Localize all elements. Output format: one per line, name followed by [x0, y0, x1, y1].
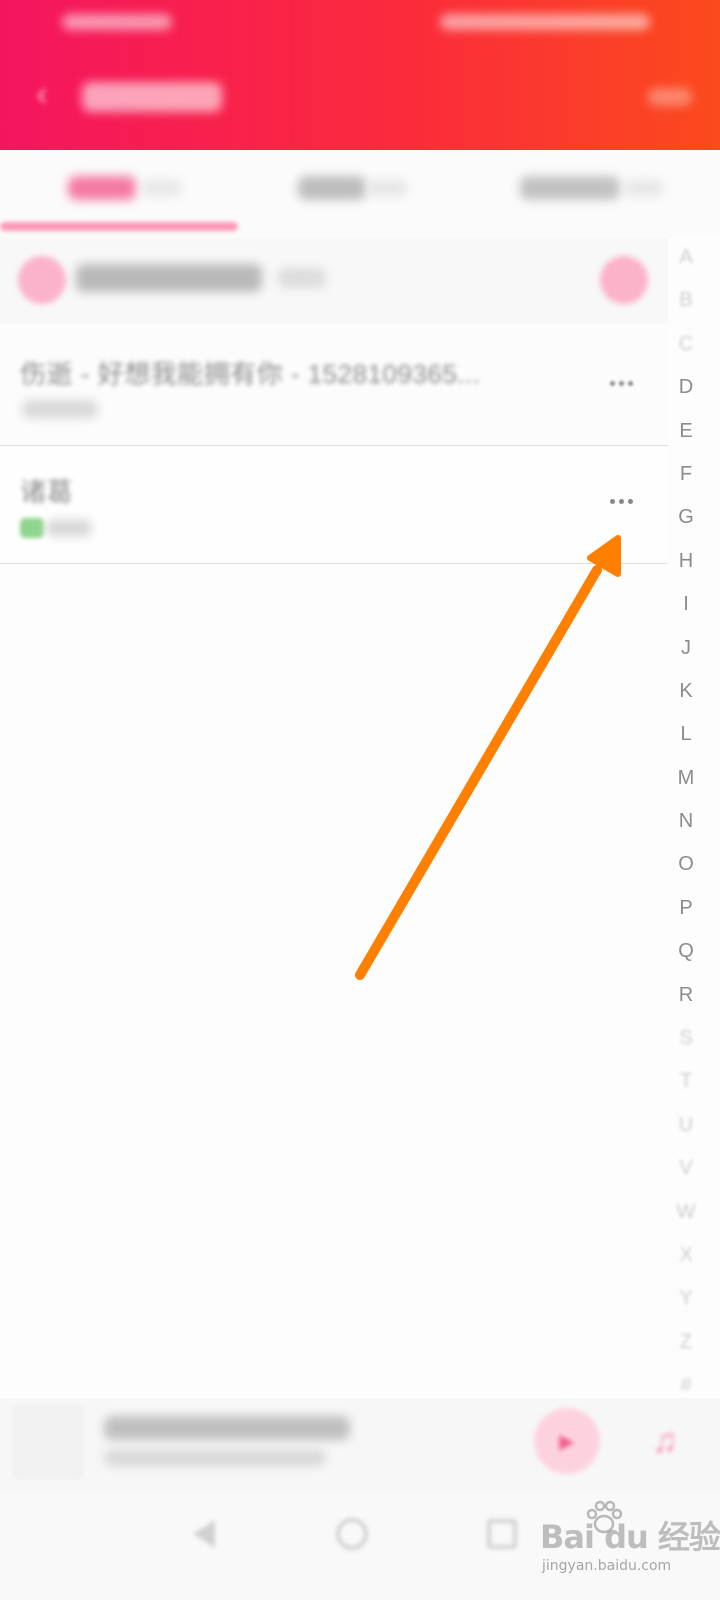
index-letter[interactable]: M — [670, 757, 702, 800]
more-dot-icon — [627, 498, 633, 504]
status-bar-left-blurred — [62, 14, 172, 30]
tab-second-label-blurred — [298, 176, 366, 200]
more-dot-icon — [609, 498, 615, 504]
tab-third-count-blurred — [624, 180, 664, 196]
now-playing-subtitle-blurred — [104, 1450, 326, 1466]
alphabet-index-bar[interactable]: A B C D E F G H I J K L M N O P Q R S T U V W X Y Z # — [670, 236, 702, 1396]
list-item[interactable]: 诸葛 — [0, 446, 668, 564]
more-dot-icon — [627, 380, 633, 386]
nav-recents-button[interactable] — [478, 1510, 526, 1558]
song-title: 伤逝 - 好想我能拥有你 - 1528109365... — [20, 359, 481, 389]
tab-second[interactable] — [260, 166, 460, 206]
play-all-count-blurred — [278, 268, 326, 288]
tab-first-label-blurred — [68, 176, 136, 200]
mini-player[interactable]: ▶ ♫ — [0, 1398, 720, 1490]
more-dot-icon — [618, 380, 624, 386]
index-letter[interactable]: B — [670, 279, 702, 322]
index-letter[interactable]: N — [670, 800, 702, 843]
now-playing-title-blurred — [104, 1416, 350, 1440]
tab-third-label-blurred — [520, 176, 620, 200]
play-all-row[interactable] — [0, 238, 668, 324]
more-options-button[interactable] — [596, 486, 646, 516]
circle-home-icon — [336, 1518, 368, 1550]
nav-back-button[interactable] — [180, 1510, 228, 1558]
index-letter[interactable]: C — [670, 323, 702, 366]
more-options-button[interactable] — [596, 368, 646, 398]
more-dot-icon — [609, 380, 615, 386]
back-arrow-icon[interactable]: ‹ — [22, 74, 62, 114]
song-title: 诸葛 — [20, 477, 74, 507]
song-subtitle-blurred — [22, 400, 98, 418]
list-item[interactable]: 伤逝 - 好想我能拥有你 - 1528109365... — [0, 328, 668, 446]
nav-home-button[interactable] — [328, 1510, 376, 1558]
index-letter[interactable]: S — [670, 1017, 702, 1060]
index-letter[interactable]: T — [670, 1060, 702, 1103]
playlist-icon[interactable]: ♫ — [640, 1414, 690, 1468]
header-action-blurred[interactable] — [648, 88, 692, 106]
square-recents-icon — [487, 1519, 517, 1549]
multi-select-icon[interactable] — [600, 256, 648, 304]
index-letter[interactable]: Z — [670, 1321, 702, 1364]
more-dot-icon — [618, 498, 624, 504]
index-letter[interactable]: V — [670, 1147, 702, 1190]
index-letter[interactable]: P — [670, 887, 702, 930]
status-bar-right-blurred — [440, 14, 650, 30]
annotation-arrow-shaft — [355, 565, 602, 980]
tab-second-count-blurred — [368, 180, 408, 196]
app-header: ‹ — [0, 0, 720, 150]
index-letter[interactable]: Q — [670, 930, 702, 973]
index-letter[interactable]: D — [670, 366, 702, 409]
index-letter[interactable]: X — [670, 1234, 702, 1277]
play-all-icon — [18, 256, 66, 304]
index-letter[interactable]: G — [670, 496, 702, 539]
active-tab-indicator — [0, 222, 238, 231]
baidu-jingyan-watermark: Bai du 经验 jingyan.baidu.com — [540, 1500, 720, 1588]
index-letter[interactable]: W — [670, 1191, 702, 1234]
index-letter[interactable]: A — [670, 236, 702, 279]
triangle-back-icon — [193, 1520, 215, 1548]
index-letter[interactable]: K — [670, 670, 702, 713]
index-letter[interactable]: U — [670, 1104, 702, 1147]
quality-badge-icon — [20, 518, 44, 538]
tab-first[interactable] — [20, 166, 220, 206]
page-title-blurred — [82, 82, 222, 112]
tab-first-count-blurred — [142, 180, 182, 196]
watermark-url: jingyan.baidu.com — [542, 1558, 672, 1574]
index-letter[interactable]: J — [670, 627, 702, 670]
index-letter[interactable]: E — [670, 410, 702, 453]
play-button[interactable]: ▶ — [534, 1408, 600, 1474]
index-letter[interactable]: F — [670, 453, 702, 496]
status-bar — [0, 0, 720, 50]
play-all-label-blurred — [76, 264, 262, 292]
tab-third[interactable] — [500, 166, 700, 206]
index-letter[interactable]: O — [670, 843, 702, 886]
song-subtitle-blurred — [46, 520, 92, 536]
index-letter[interactable]: Y — [670, 1277, 702, 1320]
album-cover — [14, 1406, 82, 1478]
index-letter[interactable]: L — [670, 713, 702, 756]
index-letter[interactable]: I — [670, 583, 702, 626]
watermark-logo-text: Bai du 经验 — [540, 1518, 720, 1556]
index-letter[interactable]: H — [670, 540, 702, 583]
index-letter[interactable]: R — [670, 974, 702, 1017]
